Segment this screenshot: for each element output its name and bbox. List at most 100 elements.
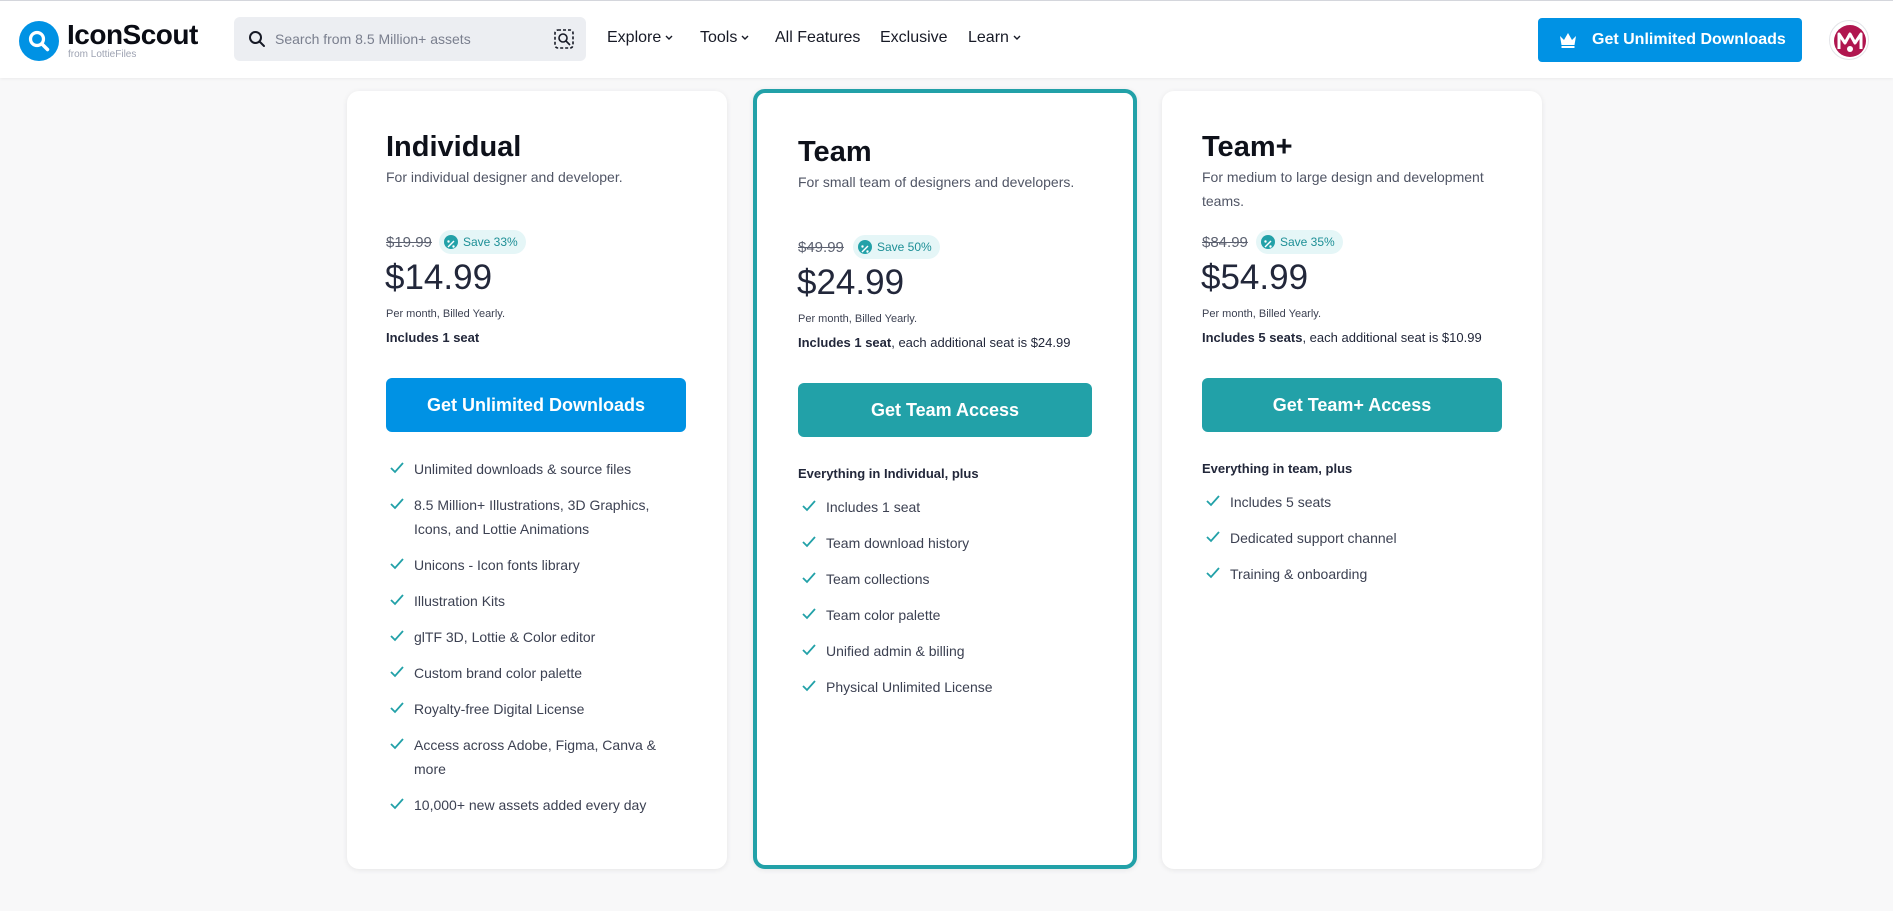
plan-description: For small team of designers and develope… bbox=[798, 174, 1075, 190]
nav-explore-label: Explore bbox=[607, 29, 662, 46]
feature-text: Dedicated support channel bbox=[1230, 530, 1397, 546]
logo-text: IconScout bbox=[67, 19, 198, 50]
check-icon bbox=[1206, 495, 1220, 507]
features-heading: Everything in team, plus bbox=[1202, 461, 1353, 476]
get-team-plus-access-button[interactable]: Get Team+ Access bbox=[1202, 378, 1502, 432]
nav-tools[interactable]: Tools bbox=[700, 29, 749, 47]
feature-text: Physical Unlimited License bbox=[826, 679, 993, 695]
feature-text: Unlimited downloads & source files bbox=[414, 461, 632, 477]
search-input[interactable] bbox=[275, 26, 545, 52]
search-logo-icon bbox=[19, 21, 59, 61]
feature-text: Access across Adobe, Figma, Canva & more bbox=[414, 737, 656, 777]
plan-title: Team bbox=[798, 136, 872, 168]
billing-note: Per month, Billed Yearly. bbox=[1202, 308, 1322, 320]
feature-item: Team download history bbox=[798, 531, 1098, 555]
check-icon bbox=[802, 500, 816, 512]
feature-item: Team collections bbox=[798, 567, 1098, 591]
billing-note: Per month, Billed Yearly. bbox=[386, 308, 506, 320]
seats-info: Includes 1 seat, each additional seat is… bbox=[798, 335, 1070, 350]
seats-info: Includes 1 seat bbox=[386, 330, 479, 345]
save-text: Save 50% bbox=[877, 240, 932, 254]
nav-learn-label: Learn bbox=[968, 29, 1009, 46]
header-cta-label: Get Unlimited Downloads bbox=[1592, 31, 1786, 48]
feature-item: Includes 5 seats bbox=[1202, 490, 1502, 514]
chevron-down-icon bbox=[741, 35, 749, 40]
feature-text: 10,000+ new assets added every day bbox=[414, 797, 647, 813]
feature-text: Illustration Kits bbox=[414, 593, 506, 609]
nav-explore[interactable]: Explore bbox=[607, 29, 673, 47]
feature-item: Includes 1 seat bbox=[798, 495, 1098, 519]
nav-all-features-label: All Features bbox=[775, 29, 861, 46]
feature-text: Includes 1 seat bbox=[826, 499, 921, 515]
plan-title: Team+ bbox=[1202, 131, 1293, 163]
check-icon bbox=[802, 608, 816, 620]
nav-tools-label: Tools bbox=[700, 29, 738, 46]
nav-learn[interactable]: Learn bbox=[968, 29, 1021, 47]
old-price: $84.99 bbox=[1202, 234, 1248, 251]
nav-all-features[interactable]: All Features bbox=[775, 29, 860, 47]
discount-icon bbox=[1261, 235, 1275, 249]
seats-rest: , each additional seat is $10.99 bbox=[1302, 330, 1482, 345]
check-icon bbox=[802, 680, 816, 692]
feature-item: glTF 3D, Lottie & Color editor bbox=[386, 625, 686, 649]
nav-exclusive-label: Exclusive bbox=[880, 29, 948, 46]
check-icon bbox=[390, 630, 404, 642]
check-icon bbox=[390, 594, 404, 606]
billing-note: Per month, Billed Yearly. bbox=[798, 313, 918, 325]
old-price: $19.99 bbox=[386, 234, 432, 251]
get-unlimited-downloads-header-button[interactable]: Get Unlimited Downloads bbox=[1538, 18, 1802, 62]
chevron-down-icon bbox=[1013, 35, 1021, 40]
feature-item: Access across Adobe, Figma, Canva & more bbox=[386, 733, 686, 781]
feature-item: Custom brand color palette bbox=[386, 661, 686, 685]
check-icon bbox=[802, 644, 816, 656]
seats-bold: Includes 1 seat bbox=[386, 330, 480, 345]
check-icon bbox=[802, 572, 816, 584]
seats-info: Includes 5 seats, each additional seat i… bbox=[1202, 330, 1482, 345]
feature-item: Unicons - Icon fonts library bbox=[386, 553, 686, 577]
user-avatar[interactable] bbox=[1829, 20, 1869, 60]
top-navbar: IconScout from LottieFiles Explore Tools… bbox=[0, 0, 1893, 78]
save-badge: Save 33% bbox=[439, 230, 526, 254]
check-icon bbox=[1206, 567, 1220, 579]
plan-card-team: Team For small team of designers and dev… bbox=[753, 89, 1137, 869]
feature-item: Physical Unlimited License bbox=[798, 675, 1098, 699]
feature-text: 8.5 Million+ Illustrations, 3D Graphics,… bbox=[414, 497, 650, 537]
feature-text: Custom brand color palette bbox=[414, 665, 583, 681]
plan-card-individual: Individual For individual designer and d… bbox=[347, 91, 727, 869]
feature-list: Unlimited downloads & source files 8.5 M… bbox=[386, 457, 686, 829]
save-text: Save 35% bbox=[1280, 235, 1335, 249]
seats-rest: , each additional seat is $24.99 bbox=[891, 335, 1071, 350]
chevron-down-icon bbox=[665, 35, 673, 40]
avatar-monogram-icon bbox=[1834, 25, 1866, 57]
check-icon bbox=[390, 666, 404, 678]
feature-text: Unicons - Icon fonts library bbox=[414, 557, 580, 573]
seats-bold: Includes 5 seats bbox=[1202, 330, 1303, 345]
image-search-icon[interactable] bbox=[552, 27, 576, 51]
feature-item: 8.5 Million+ Illustrations, 3D Graphics,… bbox=[386, 493, 686, 541]
iconscout-logo[interactable]: IconScout from LottieFiles bbox=[19, 19, 219, 65]
plan-price: $14.99 bbox=[385, 258, 493, 297]
feature-item: Training & onboarding bbox=[1202, 562, 1502, 586]
plan-description: For medium to large design and developme… bbox=[1202, 169, 1484, 209]
check-icon bbox=[390, 702, 404, 714]
feature-text: Training & onboarding bbox=[1230, 566, 1368, 582]
discount-icon bbox=[444, 235, 458, 249]
feature-item: Unified admin & billing bbox=[798, 639, 1098, 663]
seats-bold: Includes 1 seat bbox=[798, 335, 892, 350]
get-unlimited-downloads-button[interactable]: Get Unlimited Downloads bbox=[386, 378, 686, 432]
feature-list: Includes 5 seats Dedicated support chann… bbox=[1202, 490, 1502, 598]
feature-list: Includes 1 seat Team download history Te… bbox=[798, 495, 1098, 711]
plan-title: Individual bbox=[386, 131, 522, 163]
feature-text: Team collections bbox=[826, 571, 930, 587]
check-icon bbox=[390, 462, 404, 474]
feature-item: Illustration Kits bbox=[386, 589, 686, 613]
feature-text: Unified admin & billing bbox=[826, 643, 965, 659]
plan-price: $54.99 bbox=[1201, 258, 1309, 297]
feature-item: Unlimited downloads & source files bbox=[386, 457, 686, 481]
get-team-access-button[interactable]: Get Team Access bbox=[798, 383, 1092, 437]
check-icon bbox=[390, 798, 404, 810]
nav-exclusive[interactable]: Exclusive bbox=[880, 29, 948, 47]
features-heading: Everything in Individual, plus bbox=[798, 466, 979, 481]
check-icon bbox=[390, 738, 404, 750]
plan-description: For individual designer and developer. bbox=[386, 169, 623, 185]
